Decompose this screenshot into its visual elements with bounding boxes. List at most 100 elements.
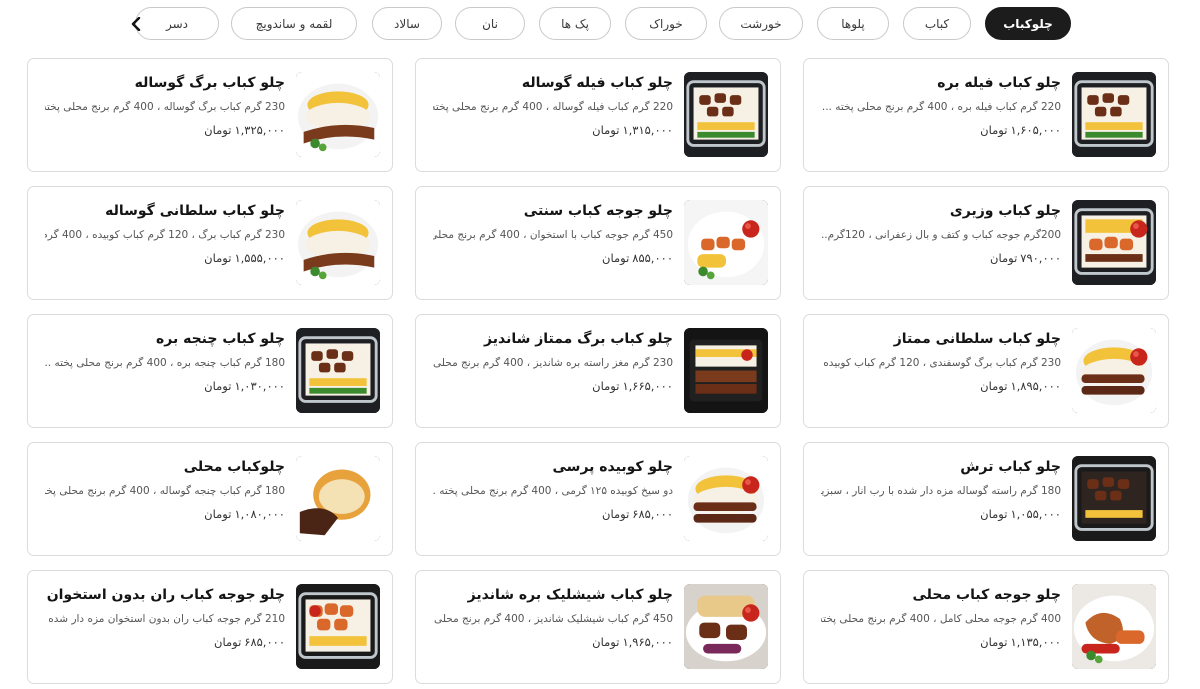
product-card-11[interactable]: چلو کوبیده پرسی دو سیخ کوبیده ۱۲۵ گرمی ،…	[415, 442, 781, 556]
price-amount: ۱,۶۰۵,۰۰۰	[1010, 123, 1061, 137]
product-description: 180 گرم کباب چنجه بره ، 400 گرم برنج محل…	[45, 357, 285, 369]
price-currency: تومان	[980, 379, 1008, 393]
product-name: چلو کباب ترش	[960, 459, 1061, 475]
product-card-3[interactable]: چلو کباب برگ گوساله 230 گرم کباب برگ گوس…	[27, 58, 393, 172]
product-card-1[interactable]: چلو کباب فیله بره 220 گرم کباب فیله بره …	[803, 58, 1169, 172]
price-amount: ۱,۰۸۰,۰۰۰	[234, 507, 285, 521]
product-card-7[interactable]: چلو کباب سلطانی ممتاز 230 گرم کباب برگ گ…	[803, 314, 1169, 428]
product-image-tray-joojeh	[296, 584, 380, 669]
product-price: ۱,۹۶۵,۰۰۰تومان	[433, 633, 673, 651]
product-price: ۱,۱۳۵,۰۰۰تومان	[821, 633, 1061, 651]
product-price: ۱,۰۳۰,۰۰۰تومان	[45, 377, 285, 395]
product-info: چلوکباب محلی 180 گرم کباب چنجه گوساله ، …	[45, 456, 285, 523]
product-description: 230 گرم کباب برگ گوساله ، 400 گرم برنج م…	[45, 101, 285, 113]
product-card-6[interactable]: چلو کباب سلطانی گوساله 230 گرم کباب برگ …	[27, 186, 393, 300]
product-image-box-barg	[684, 328, 768, 413]
price-currency: تومان	[214, 635, 242, 649]
price-amount: ۶۸۵,۰۰۰	[244, 635, 285, 649]
price-currency: تومان	[204, 507, 232, 521]
product-image-plate-koobideh	[1072, 328, 1156, 413]
product-card-4[interactable]: چلو کباب وزیری 200گرم جوجه کباب و کتف و …	[803, 186, 1169, 300]
product-image-plate-tahdig	[296, 456, 380, 541]
product-price: ۱,۵۵۵,۰۰۰تومان	[45, 249, 285, 267]
product-info: چلو جوجه کباب ران بدون استخوان 210 گرم ج…	[45, 584, 285, 651]
product-info: چلو کباب وزیری 200گرم جوجه کباب و کتف و …	[821, 200, 1061, 267]
product-card-10[interactable]: چلو کباب ترش 180 گرم راسته گوساله مزه دا…	[803, 442, 1169, 556]
product-image-plate-koobideh	[684, 456, 768, 541]
product-description: 450 گرم جوجه کباب با استخوان ، 400 گرم ب…	[433, 229, 673, 241]
price-currency: تومان	[602, 251, 630, 265]
product-card-8[interactable]: چلو کباب برگ ممتاز شاندیز 230 گرم مغز را…	[415, 314, 781, 428]
product-name: چلو کباب سلطانی ممتاز	[893, 331, 1061, 347]
product-description: 200گرم جوجه کباب و کتف و بال زعفرانی ، 1…	[821, 229, 1061, 241]
product-info: چلو کباب سلطانی گوساله 230 گرم کباب برگ …	[45, 200, 285, 267]
product-image-tray-mixed	[1072, 200, 1156, 285]
product-price: ۶۸۵,۰۰۰تومان	[433, 505, 673, 523]
product-price: ۱,۸۹۵,۰۰۰تومان	[821, 377, 1061, 395]
price-amount: ۱,۳۱۵,۰۰۰	[622, 123, 673, 137]
price-currency: تومان	[980, 123, 1008, 137]
product-price: ۷۹۰,۰۰۰تومان	[821, 249, 1061, 267]
product-card-15[interactable]: چلو جوجه کباب ران بدون استخوان 210 گرم ج…	[27, 570, 393, 684]
product-description: 230 گرم مغز راسته بره شاندیز ، 400 گرم ب…	[433, 357, 673, 369]
product-card-2[interactable]: چلو کباب فیله گوساله 220 گرم کباب فیله گ…	[415, 58, 781, 172]
product-card-5[interactable]: چلو جوجه کباب سنتی 450 گرم جوجه کباب با …	[415, 186, 781, 300]
product-description: 220 گرم کباب فیله گوساله ، 400 گرم برنج …	[433, 101, 673, 113]
product-image-kabab-tray	[296, 328, 380, 413]
product-name: چلو کباب فیله گوساله	[521, 75, 673, 91]
product-name: چلو جوجه کباب محلی	[912, 587, 1061, 603]
product-card-14[interactable]: چلو کباب شیشلیک بره شاندیز 450 گرم کباب …	[415, 570, 781, 684]
product-card-13[interactable]: چلو جوجه کباب محلی 400 گرم جوجه محلی کام…	[803, 570, 1169, 684]
product-description: 230 گرم کباب برگ گوسفندی ، 120 گرم کباب …	[821, 357, 1061, 369]
product-description: 180 گرم راسته گوساله مزه دار شده با رب ا…	[821, 485, 1061, 497]
price-currency: تومان	[990, 251, 1018, 265]
price-currency: تومان	[204, 251, 232, 265]
price-currency: تومان	[592, 123, 620, 137]
product-info: چلو کباب برگ گوساله 230 گرم کباب برگ گوس…	[45, 72, 285, 139]
product-image-plate-chicken	[1072, 584, 1156, 669]
product-image-plate-shishlik	[684, 584, 768, 669]
product-name: چلو کباب سلطانی گوساله	[105, 203, 285, 219]
price-amount: ۱,۶۶۵,۰۰۰	[622, 379, 673, 393]
product-price: ۱,۰۸۰,۰۰۰تومان	[45, 505, 285, 523]
product-name: چلو کوبیده پرسی	[552, 459, 673, 475]
price-amount: ۱,۸۹۵,۰۰۰	[1010, 379, 1061, 393]
product-name: چلو کباب برگ گوساله	[134, 75, 285, 91]
product-info: چلو کباب ترش 180 گرم راسته گوساله مزه دا…	[821, 456, 1061, 523]
product-price: ۱,۳۱۵,۰۰۰تومان	[433, 121, 673, 139]
product-name: چلو کباب چنجه بره	[155, 331, 285, 347]
product-image-box-torsh	[1072, 456, 1156, 541]
product-name: چلو کباب فیله بره	[937, 75, 1061, 91]
price-amount: ۸۵۵,۰۰۰	[632, 251, 673, 265]
product-image-plate-joojeh	[684, 200, 768, 285]
product-info: چلو کباب فیله گوساله 220 گرم کباب فیله گ…	[433, 72, 673, 139]
product-card-9[interactable]: چلو کباب چنجه بره 180 گرم کباب چنجه بره …	[27, 314, 393, 428]
price-amount: ۱,۰۵۵,۰۰۰	[1010, 507, 1061, 521]
price-currency: تومان	[980, 635, 1008, 649]
product-description: 180 گرم کباب چنجه گوساله ، 400 گرم برنج …	[45, 485, 285, 497]
price-amount: ۱,۹۶۵,۰۰۰	[622, 635, 673, 649]
product-price: ۱,۳۲۵,۰۰۰تومان	[45, 121, 285, 139]
product-description: 230 گرم کباب برگ ، 120 گرم کباب کوبیده ،…	[45, 229, 285, 241]
price-currency: تومان	[592, 379, 620, 393]
product-name: چلو کباب وزیری	[949, 203, 1061, 219]
product-price: ۱,۶۶۵,۰۰۰تومان	[433, 377, 673, 395]
product-info: چلو کباب برگ ممتاز شاندیز 230 گرم مغز را…	[433, 328, 673, 395]
product-price: ۱,۶۰۵,۰۰۰تومان	[821, 121, 1061, 139]
price-amount: ۱,۱۳۵,۰۰۰	[1010, 635, 1061, 649]
product-name: چلو کباب شیشلیک بره شاندیز	[467, 587, 673, 603]
product-card-12[interactable]: چلوکباب محلی 180 گرم کباب چنجه گوساله ، …	[27, 442, 393, 556]
product-name: چلو جوجه کباب سنتی	[523, 203, 673, 219]
product-image-plate-barg	[296, 72, 380, 157]
price-currency: تومان	[602, 507, 630, 521]
product-info: چلو جوجه کباب سنتی 450 گرم جوجه کباب با …	[433, 200, 673, 267]
price-amount: ۱,۳۲۵,۰۰۰	[234, 123, 285, 137]
product-name: چلو کباب برگ ممتاز شاندیز	[484, 331, 673, 347]
product-name: چلو جوجه کباب ران بدون استخوان	[46, 587, 285, 603]
product-info: چلو جوجه کباب محلی 400 گرم جوجه محلی کام…	[821, 584, 1061, 651]
product-image-kabab-tray	[684, 72, 768, 157]
product-info: چلو کباب فیله بره 220 گرم کباب فیله بره …	[821, 72, 1061, 139]
price-amount: ۶۸۵,۰۰۰	[632, 507, 673, 521]
price-amount: ۱,۰۳۰,۰۰۰	[234, 379, 285, 393]
product-name: چلوکباب محلی	[183, 459, 285, 475]
